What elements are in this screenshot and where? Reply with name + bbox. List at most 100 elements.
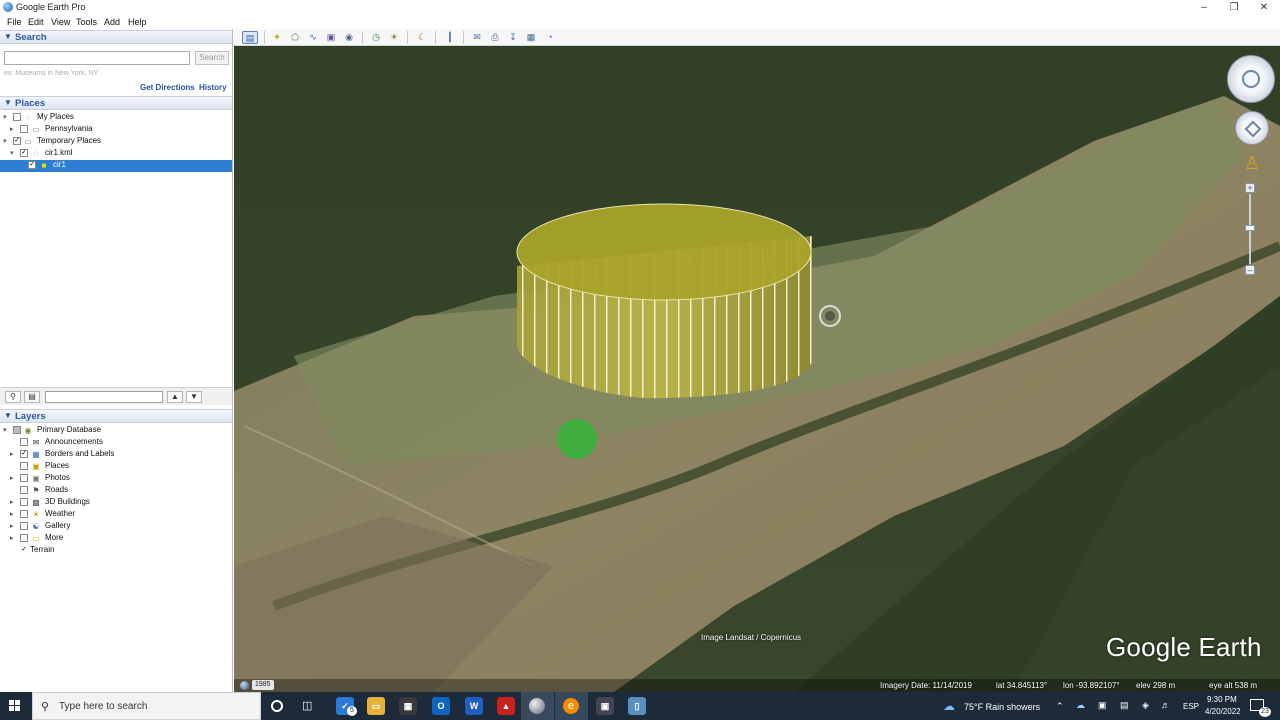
expand-icon[interactable]: ▸ bbox=[10, 510, 14, 518]
panel-view-icon[interactable]: ▤ bbox=[24, 391, 40, 403]
expand-icon[interactable]: ▸ bbox=[10, 125, 14, 133]
sunlight-icon[interactable]: ☀ bbox=[386, 31, 402, 44]
expand-icon[interactable]: ▸ bbox=[10, 450, 14, 458]
satellite-imagery[interactable] bbox=[234, 46, 1280, 692]
search-section-header[interactable]: ▼ Search bbox=[0, 30, 232, 44]
cortana-icon[interactable] bbox=[271, 700, 283, 712]
save-image-icon[interactable]: ↧ bbox=[505, 31, 521, 44]
layer-photos[interactable]: ▸ ▣ Photos bbox=[0, 473, 232, 485]
expand-icon[interactable]: ▸ bbox=[10, 498, 14, 506]
layer-roads[interactable]: ⚑ Roads bbox=[0, 485, 232, 497]
menu-help[interactable]: Help bbox=[128, 17, 147, 27]
volume-icon[interactable]: ♬ bbox=[1161, 700, 1170, 710]
maps-icon[interactable]: ▦ bbox=[523, 31, 539, 44]
move-joystick-icon[interactable] bbox=[1235, 111, 1269, 145]
look-joystick-icon[interactable] bbox=[1227, 55, 1275, 103]
terminal-icon[interactable]: ▣ bbox=[596, 697, 614, 715]
placemark-icon[interactable]: ✦ bbox=[269, 31, 285, 44]
historical-imagery-icon[interactable]: ◷ bbox=[368, 31, 384, 44]
street-view-pegman-icon[interactable]: ♙ bbox=[1244, 152, 1260, 174]
menu-edit[interactable]: Edit bbox=[28, 17, 44, 27]
checkbox[interactable] bbox=[13, 426, 21, 434]
expand-icon[interactable]: ▾ bbox=[10, 149, 14, 157]
layer-terrain[interactable]: ✓ Terrain bbox=[0, 545, 232, 557]
menu-view[interactable]: View bbox=[51, 17, 70, 27]
wifi-icon[interactable]: ◈ bbox=[1142, 700, 1149, 711]
checkbox[interactable]: ✓ bbox=[20, 149, 28, 157]
store-icon[interactable]: ▦ bbox=[399, 697, 417, 715]
checkbox[interactable] bbox=[13, 113, 21, 121]
ruler-icon[interactable]: ┃ bbox=[442, 31, 458, 44]
checkbox[interactable]: ✓ bbox=[20, 450, 28, 458]
move-up-icon[interactable]: ▲ bbox=[167, 391, 183, 403]
move-down-icon[interactable]: ▼ bbox=[186, 391, 202, 403]
expand-icon[interactable]: ▾ bbox=[3, 113, 7, 121]
expand-icon[interactable]: ▸ bbox=[10, 474, 14, 482]
checkbox[interactable] bbox=[20, 534, 28, 542]
expand-icon[interactable]: ▾ bbox=[3, 137, 7, 145]
zoom-out-icon[interactable]: – bbox=[1245, 265, 1255, 275]
windows-start-icon[interactable] bbox=[9, 700, 21, 712]
network-icon[interactable]: ▤ bbox=[1120, 700, 1129, 711]
layer-weather[interactable]: ▸ ☀ Weather bbox=[0, 509, 232, 521]
layers-section-header[interactable]: ▼ Layers bbox=[0, 409, 232, 423]
historical-globe-icon[interactable] bbox=[240, 681, 249, 690]
word-icon[interactable]: W bbox=[465, 697, 483, 715]
places-item-temporary-places[interactable]: ▾ ✓ ▭ Temporary Places bbox=[0, 136, 232, 148]
menu-tools[interactable]: Tools bbox=[76, 17, 97, 27]
language-indicator[interactable]: ESP bbox=[1183, 702, 1199, 711]
layer-borders-and-labels[interactable]: ▸ ✓ ▦ Borders and Labels bbox=[0, 449, 232, 461]
checkbox[interactable]: ✓ bbox=[28, 161, 36, 169]
layer-more[interactable]: ▸ ▭ More bbox=[0, 533, 232, 545]
layer-primary-database[interactable]: ▾ ◉ Primary Database bbox=[0, 425, 232, 437]
google-earth-taskbar-icon[interactable] bbox=[521, 692, 554, 720]
places-item-cir1[interactable]: ✓ ■ cir1 bbox=[0, 160, 232, 172]
chevron-up-icon[interactable]: ⌃ bbox=[1056, 701, 1064, 712]
task-view-icon[interactable]: ◫ bbox=[302, 700, 316, 712]
zoom-in-icon[interactable]: + bbox=[1245, 183, 1255, 193]
polygon-icon[interactable]: ⬠ bbox=[287, 31, 303, 44]
checkbox[interactable] bbox=[20, 498, 28, 506]
print-icon[interactable]: ⎙ bbox=[487, 31, 503, 44]
expand-icon[interactable]: ▾ bbox=[3, 426, 7, 434]
checkbox[interactable] bbox=[20, 510, 28, 518]
places-item-pennsylvania[interactable]: ▸ ▭ Pennsylvania bbox=[0, 124, 232, 136]
taskbar-search[interactable]: ⚲ Type here to search bbox=[32, 692, 261, 720]
checkbox[interactable] bbox=[20, 462, 28, 470]
restore-button[interactable]: ❐ bbox=[1218, 0, 1250, 15]
image-overlay-icon[interactable]: ▣ bbox=[323, 31, 339, 44]
outlook-icon[interactable]: O bbox=[432, 697, 450, 715]
checkbox[interactable] bbox=[20, 522, 28, 530]
checkbox[interactable] bbox=[20, 486, 28, 494]
file-explorer-icon[interactable]: ▭ bbox=[367, 697, 385, 715]
acrobat-icon[interactable]: ▲ bbox=[497, 697, 515, 715]
checkbox[interactable] bbox=[20, 125, 28, 133]
layer-announcements[interactable]: ✉ Announcements bbox=[0, 437, 232, 449]
path-icon[interactable]: ∿ bbox=[305, 31, 321, 44]
clock-time[interactable]: 9:30 PM bbox=[1207, 695, 1237, 704]
places-item-cir1-kml[interactable]: ▾ ✓ ◌ cir1.kml bbox=[0, 148, 232, 160]
weather-icon[interactable]: ☁ bbox=[943, 699, 955, 713]
checkbox[interactable]: ✓ bbox=[13, 137, 21, 145]
places-filter-input[interactable] bbox=[45, 391, 163, 403]
expand-icon[interactable]: ▸ bbox=[10, 522, 14, 530]
close-button[interactable]: ✕ bbox=[1248, 0, 1280, 15]
clock-date[interactable]: 4/20/2022 bbox=[1205, 707, 1241, 716]
vpn-icon[interactable]: ▣ bbox=[1098, 700, 1107, 711]
search-places-icon[interactable]: ⚲ bbox=[5, 391, 21, 403]
map-view[interactable]: ♙ + – Image Landsat / Copernicus Google … bbox=[234, 46, 1280, 692]
search-button[interactable]: Search bbox=[195, 51, 229, 65]
checkbox[interactable] bbox=[20, 438, 28, 446]
zoom-slider-thumb[interactable] bbox=[1245, 225, 1255, 231]
sidebar-toggle-icon[interactable]: ▤ bbox=[242, 31, 258, 44]
email-icon[interactable]: ✉ bbox=[469, 31, 485, 44]
checkbox[interactable]: ✓ bbox=[20, 546, 28, 554]
layer-places[interactable]: ▣ Places bbox=[0, 461, 232, 473]
onedrive-icon[interactable]: ☁ bbox=[1076, 700, 1085, 711]
record-tour-icon[interactable]: ◉ bbox=[341, 31, 357, 44]
menu-add[interactable]: Add bbox=[104, 17, 120, 27]
planets-icon[interactable]: ☾ bbox=[414, 31, 430, 44]
checkbox[interactable] bbox=[20, 474, 28, 482]
weather-text[interactable]: 75°F Rain showers bbox=[964, 702, 1040, 712]
places-item-my-places[interactable]: ▾ ◌ My Places bbox=[0, 112, 232, 124]
